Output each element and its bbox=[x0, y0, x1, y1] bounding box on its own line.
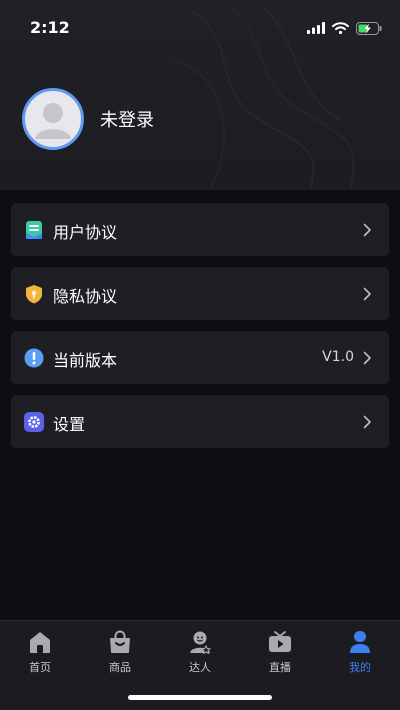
menu-item-label: 隐私协议 bbox=[53, 287, 118, 306]
info-exclamation-icon bbox=[24, 348, 44, 368]
status-icons bbox=[307, 20, 382, 36]
settings-gear-icon bbox=[24, 412, 44, 432]
tab-label: 达人 bbox=[189, 661, 211, 674]
tab-home[interactable]: 首页 bbox=[0, 629, 80, 679]
wifi-icon bbox=[332, 22, 349, 34]
home-icon bbox=[30, 632, 50, 653]
menu-item-label: 设置 bbox=[53, 415, 86, 434]
profile-header: 2:12 未登录 bbox=[0, 0, 400, 190]
tab-label: 直播 bbox=[269, 661, 291, 674]
tab-label: 商品 bbox=[109, 661, 131, 674]
chevron-right-icon bbox=[363, 287, 371, 301]
tab-label: 首页 bbox=[29, 661, 51, 674]
live-tv-icon bbox=[269, 631, 291, 652]
menu-item-user-agreement[interactable]: 用户协议 bbox=[11, 203, 389, 256]
tab-influencers[interactable]: 达人 bbox=[160, 629, 240, 679]
chevron-right-icon bbox=[363, 223, 371, 237]
tab-mine[interactable]: 我的 bbox=[320, 629, 400, 679]
chevron-right-icon bbox=[363, 415, 371, 429]
login-status-label[interactable]: 未登录 bbox=[100, 106, 154, 132]
status-bar: 2:12 bbox=[0, 0, 400, 56]
privacy-shield-icon bbox=[26, 285, 42, 304]
influencer-icon bbox=[190, 631, 212, 655]
home-indicator[interactable] bbox=[128, 695, 272, 700]
menu-item-settings[interactable]: 设置 bbox=[11, 395, 389, 448]
chevron-right-icon bbox=[363, 351, 371, 365]
signal-icon bbox=[307, 22, 325, 34]
status-time: 2:12 bbox=[30, 18, 70, 37]
tab-label: 我的 bbox=[349, 661, 371, 674]
settings-menu: 用户协议 隐私协议 当前版本 V1.0 设置 bbox=[11, 203, 389, 459]
user-agreement-icon bbox=[26, 221, 42, 239]
profile-icon bbox=[350, 631, 370, 653]
tab-products[interactable]: 商品 bbox=[80, 629, 160, 679]
profile-row[interactable]: 未登录 bbox=[22, 88, 154, 150]
default-avatar-icon bbox=[35, 103, 71, 139]
profile-screen: 2:12 未登录 用户协议 隐私协议 当前版本 V1.0 设置 首页 商品 达人… bbox=[0, 0, 400, 710]
menu-item-privacy-agreement[interactable]: 隐私协议 bbox=[11, 267, 389, 320]
menu-item-label: 当前版本 bbox=[53, 351, 118, 370]
tab-live[interactable]: 直播 bbox=[240, 629, 320, 679]
version-value: V1.0 bbox=[322, 349, 354, 365]
menu-item-label: 用户协议 bbox=[53, 223, 118, 242]
menu-item-current-version[interactable]: 当前版本 V1.0 bbox=[11, 331, 389, 384]
avatar[interactable] bbox=[22, 88, 84, 150]
shopping-bag-icon bbox=[110, 630, 130, 653]
battery-charging-icon bbox=[356, 21, 382, 35]
